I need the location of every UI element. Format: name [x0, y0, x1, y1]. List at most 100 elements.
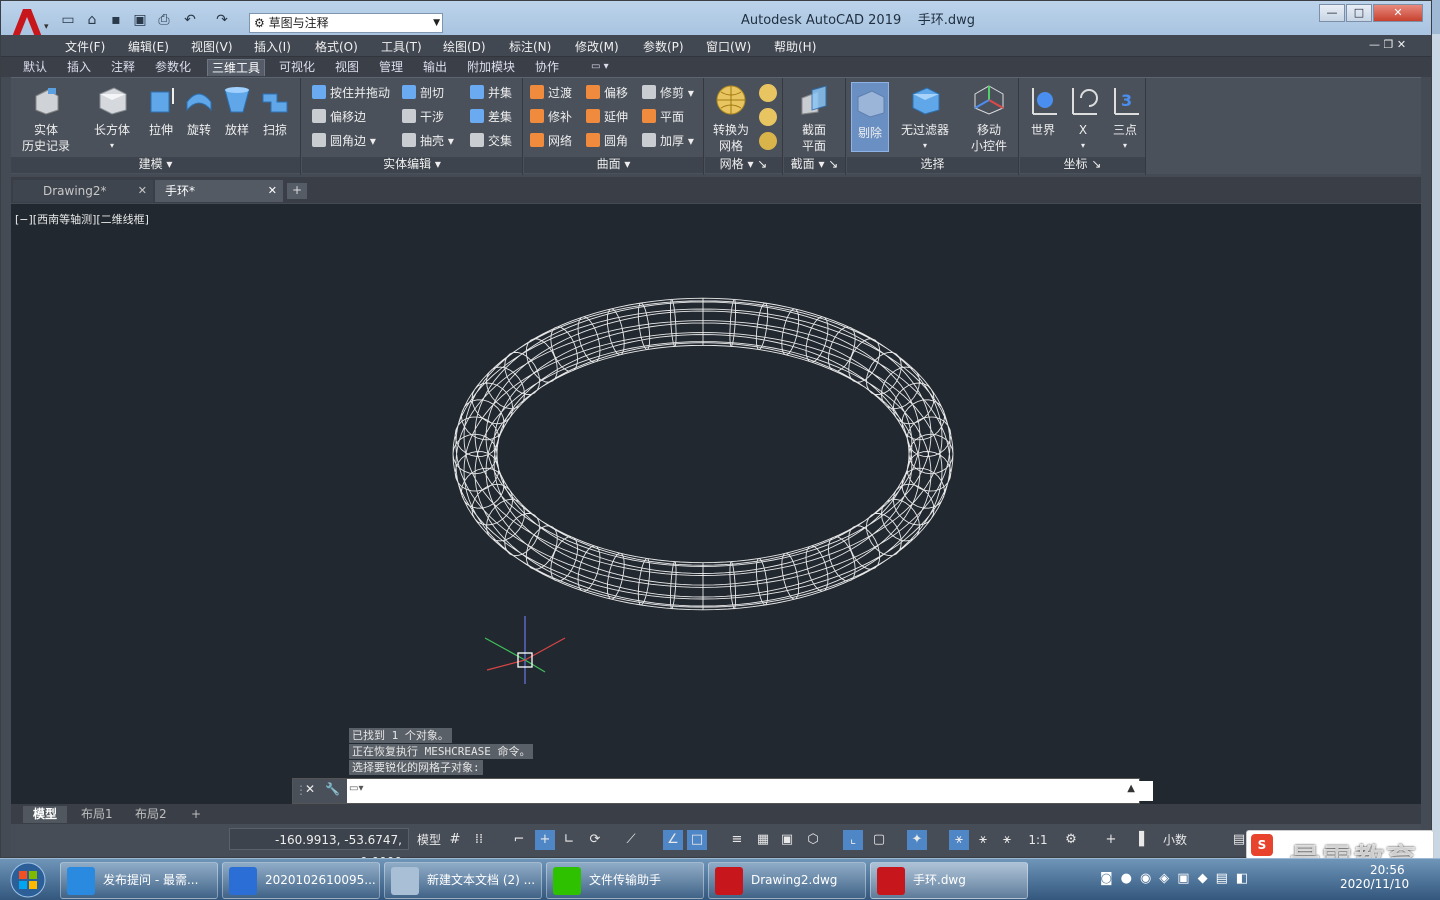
ortho-icon[interactable]: ∟: [559, 830, 579, 850]
tab-output[interactable]: 输出: [419, 59, 451, 76]
task-wps[interactable]: 2020102610095...: [222, 862, 380, 899]
lineweight-icon[interactable]: ≡: [727, 830, 747, 850]
annotation-scale-icon[interactable]: ⚹: [997, 830, 1017, 850]
offset-edges-button[interactable]: 偏移边: [312, 108, 366, 126]
task-ie[interactable]: 发布提问 - 最需...: [60, 862, 218, 899]
menu-edit[interactable]: 编辑(E): [128, 38, 169, 55]
menu-parameter[interactable]: 参数(P): [643, 38, 684, 55]
units-value[interactable]: 小数: [1155, 830, 1195, 850]
panel-surface-label[interactable]: 曲面 ▾: [524, 157, 703, 173]
annotation-visibility-icon[interactable]: ⚹: [949, 830, 969, 850]
blend-button[interactable]: 过渡: [530, 84, 572, 102]
tab-collaborate[interactable]: 协作: [531, 59, 563, 76]
drawing-viewport[interactable]: [−][西南等轴测][二维线框] 已找到 1 个对象。 正在恢复执行 MESHC…: [11, 204, 1421, 804]
tab-addins[interactable]: 附加模块: [463, 59, 519, 76]
tab-3d-tools[interactable]: 三维工具: [207, 59, 266, 76]
interfere-button[interactable]: 干涉: [402, 108, 444, 126]
patch-button[interactable]: 修补: [530, 108, 572, 126]
convert-to-mesh-button[interactable]: 转换为 网格: [707, 84, 755, 154]
panel-selection-label[interactable]: 选择: [847, 157, 1018, 173]
slice-button[interactable]: 剖切: [402, 84, 444, 102]
task-wechat[interactable]: 文件传输助手: [546, 862, 704, 899]
right-scrollbar[interactable]: [1432, 34, 1440, 858]
extrude-button[interactable]: 拉伸: [141, 84, 181, 138]
panel-modeling-label[interactable]: 建模 ▾: [11, 157, 300, 173]
model-space-toggle[interactable]: 模型: [415, 830, 443, 850]
dynamic-ucs-icon[interactable]: ⌞: [843, 830, 863, 850]
surface-offset-button[interactable]: 偏移: [586, 84, 628, 102]
object-snap-tracking-icon[interactable]: ∠: [663, 830, 683, 850]
doc-window-controls[interactable]: — ❐ ✕: [1369, 38, 1406, 51]
surface-fillet-button[interactable]: 圆角: [586, 132, 628, 150]
new-tab-button[interactable]: +: [287, 183, 307, 199]
ucs-x-button[interactable]: X ▾: [1064, 84, 1102, 154]
tab-model[interactable]: 模型: [23, 806, 68, 823]
start-button-icon[interactable]: [2, 860, 54, 900]
close-button[interactable]: ✕: [1373, 4, 1423, 22]
workspace-gear-icon[interactable]: ⚙: [1061, 830, 1081, 850]
thicken-button[interactable]: 加厚 ▾: [642, 132, 694, 150]
tab-manage[interactable]: 管理: [375, 59, 407, 76]
panel-section-label[interactable]: 截面 ▾ ↘: [784, 157, 845, 173]
open-icon[interactable]: ⌂: [83, 11, 101, 29]
snap-icon[interactable]: ⁞⁞: [469, 830, 489, 850]
box-button[interactable]: 长方体 ▾: [85, 84, 139, 154]
tab-layout2[interactable]: 布局2: [125, 806, 177, 823]
ribbon-toggle-icon[interactable]: ▭ ▾: [587, 59, 613, 76]
auto-scale-icon[interactable]: ⚹: [973, 830, 993, 850]
union-button[interactable]: 并集: [470, 84, 512, 102]
annotation-monitor-icon[interactable]: +: [1101, 830, 1121, 850]
solid-history-button[interactable]: 实体 历史记录: [15, 84, 77, 154]
move-gizmo-button[interactable]: 移动 小控件: [961, 84, 1017, 154]
panel-coordinates-label[interactable]: 坐标 ↘: [1020, 157, 1145, 173]
add-layout-button[interactable]: +: [181, 806, 211, 823]
infer-constraints-icon[interactable]: ⌐: [509, 830, 529, 850]
torus-mesh-wireframe[interactable]: [11, 204, 1421, 804]
planar-button[interactable]: 平面: [642, 108, 684, 126]
isodraft-icon[interactable]: ⟋: [621, 830, 641, 850]
tab-parametric[interactable]: 参数化: [151, 59, 195, 76]
task-notepad[interactable]: 新建文本文档 (2) ...: [384, 862, 542, 899]
panel-mesh-label[interactable]: 网格 ▾ ↘: [705, 157, 782, 173]
object-snap-icon[interactable]: □: [687, 830, 707, 850]
torus-wire-lines[interactable]: [452, 297, 954, 611]
tab-view[interactable]: 视图: [331, 59, 363, 76]
menu-window[interactable]: 窗口(W): [706, 38, 751, 55]
close-icon[interactable]: ✕: [138, 180, 147, 202]
menu-file[interactable]: 文件(F): [65, 38, 105, 55]
menu-modify[interactable]: 修改(M): [575, 38, 619, 55]
command-input[interactable]: [373, 781, 1153, 801]
revolve-button[interactable]: 旋转: [179, 84, 219, 138]
panel-solid-editing-label[interactable]: 实体编辑 ▾: [302, 157, 522, 173]
menu-dimension[interactable]: 标注(N): [509, 38, 551, 55]
subtract-button[interactable]: 差集: [470, 108, 512, 126]
task-shouhuan[interactable]: 手环.dwg: [870, 862, 1028, 899]
new-icon[interactable]: ▭: [59, 11, 77, 29]
intersect-button[interactable]: 交集: [470, 132, 512, 150]
grid-icon[interactable]: #: [445, 830, 465, 850]
minimize-button[interactable]: —: [1319, 4, 1345, 22]
tab-layout1[interactable]: 布局1: [71, 806, 123, 823]
redo-icon[interactable]: ↷: [213, 11, 231, 29]
system-tray-icons[interactable]: ◙●◉◈▣◆▤◧: [1100, 871, 1330, 891]
selection-filter-icon[interactable]: ▢: [869, 830, 889, 850]
tab-default[interactable]: 默认: [19, 59, 51, 76]
polar-icon[interactable]: ⟳: [585, 830, 605, 850]
close-icon[interactable]: ✕: [268, 180, 277, 202]
dynamic-input-icon[interactable]: +: [535, 830, 555, 850]
shell-button[interactable]: 抽壳 ▾: [402, 132, 454, 150]
doc-tab-shouhuan[interactable]: 手环* ✕: [155, 180, 283, 202]
tab-visualize[interactable]: 可视化: [275, 59, 319, 76]
culling-button[interactable]: 剔除: [851, 82, 889, 152]
menu-format[interactable]: 格式(O): [315, 38, 358, 55]
mesh-smooth-more-icon[interactable]: [759, 84, 777, 102]
tab-insert[interactable]: 插入: [63, 59, 95, 76]
print-icon[interactable]: ⎙: [155, 11, 173, 29]
menu-insert[interactable]: 插入(I): [254, 38, 291, 55]
mesh-smooth-less-icon[interactable]: [759, 108, 777, 126]
close-icon[interactable]: ✕: [305, 782, 315, 796]
transparency-icon[interactable]: ▦: [753, 830, 773, 850]
3d-osnap-icon[interactable]: ⬡: [803, 830, 823, 850]
presspull-button[interactable]: 按住并拖动: [312, 84, 390, 102]
tab-annotate[interactable]: 注释: [107, 59, 139, 76]
